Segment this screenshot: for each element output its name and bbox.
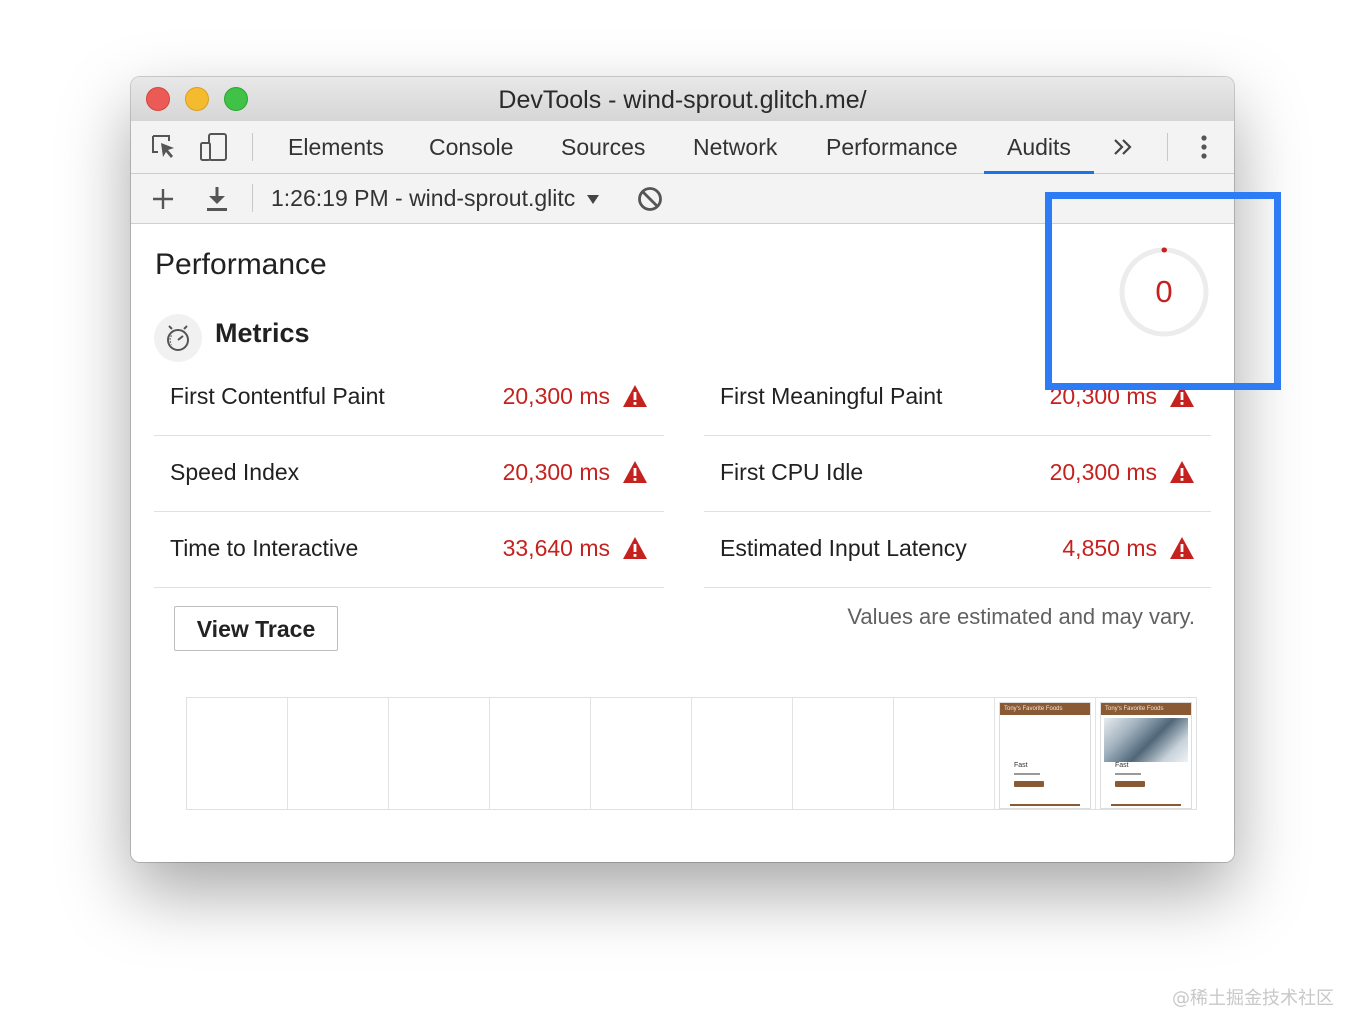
tab-sources[interactable]: Sources [561,121,645,173]
metric-row: Estimated Input Latency 4,850 ms [704,512,1211,588]
metric-name: Estimated Input Latency [720,535,967,561]
metrics-icon-badge [154,314,202,362]
warning-icon [623,385,647,407]
dropdown-arrow-icon [586,195,599,204]
estimate-note: Values are estimated and may vary. [847,604,1195,629]
title-bar: DevTools - wind-sprout.glitch.me/ [131,77,1234,122]
metric-name: Time to Interactive [170,535,359,561]
toolbar-divider [252,184,253,212]
add-icon[interactable] [147,183,179,215]
tab-elements[interactable]: Elements [288,121,384,173]
filmstrip-frame [288,698,389,809]
filmstrip-frame [490,698,591,809]
metric-value: 20,300 ms [502,383,610,409]
window-title: DevTools - wind-sprout.glitch.me/ [498,86,867,114]
metric-row: First Contentful Paint 20,300 ms [154,360,664,436]
main-tab-bar: Elements Console Sources Network Perform… [131,121,1234,174]
highlight-box [1045,192,1281,390]
tab-audits[interactable]: Audits [984,121,1094,174]
metric-row: Speed Index 20,300 ms [154,436,664,512]
device-toggle-icon[interactable] [198,131,230,163]
metrics-heading: Metrics [215,318,310,348]
metric-row: First CPU Idle 20,300 ms [704,436,1211,512]
metric-value: 20,300 ms [502,459,610,485]
filmstrip-frame: Tony's Favorite Foods Fast [995,698,1096,809]
metric-value: 20,300 ms [1049,459,1157,485]
filmstrip-frame: Tony's Favorite Foods Fast [1096,698,1196,809]
tab-performance[interactable]: Performance [826,121,958,173]
filmstrip-frame [692,698,793,809]
tab-network[interactable]: Network [693,121,777,173]
inspect-icon[interactable] [148,131,180,163]
tab-console[interactable]: Console [429,121,513,173]
view-trace-button[interactable]: View Trace [174,606,338,651]
metric-name: Speed Index [170,459,300,485]
toolbar-divider [252,133,253,161]
metric-name: First Contentful Paint [170,383,385,409]
download-icon[interactable] [201,183,233,215]
thumbnail-header: Tony's Favorite Foods [1101,703,1191,715]
more-tabs-icon[interactable] [1107,131,1139,163]
filmstrip-frame [591,698,692,809]
toolbar-divider [1167,133,1168,161]
thumbnail-photo [1104,718,1188,762]
filmstrip-frame [187,698,288,809]
page-thumbnail: Tony's Favorite Foods Fast [1100,702,1192,809]
filmstrip-frame [793,698,894,809]
filmstrip: Tony's Favorite Foods Fast Tony's Favori… [186,697,1197,810]
category-title: Performance [155,248,327,281]
warning-icon [1170,537,1194,559]
page-thumbnail: Tony's Favorite Foods Fast [999,702,1091,809]
filmstrip-frame [894,698,995,809]
thumbnail-caption: Fast [1014,762,1028,769]
metric-row: Time to Interactive 33,640 ms [154,512,664,588]
metric-name: First Meaningful Paint [720,383,943,409]
thumbnail-caption: Fast [1115,762,1129,769]
metric-value: 33,640 ms [502,535,610,561]
report-select-label: 1:26:19 PM - wind-sprout.glitc [271,185,576,211]
thumbnail-header: Tony's Favorite Foods [1000,703,1090,715]
metric-name: First CPU Idle [720,459,864,485]
filmstrip-frame [389,698,490,809]
metric-value: 4,850 ms [1062,535,1157,561]
warning-icon [623,537,647,559]
clear-icon[interactable] [634,183,666,215]
report-select[interactable]: 1:26:19 PM - wind-sprout.glitc [271,174,600,223]
kebab-menu-icon[interactable] [1188,131,1220,163]
warning-icon [623,461,647,483]
watermark: @稀土掘金技术社区 [1172,988,1334,1009]
warning-icon [1170,461,1194,483]
stopwatch-icon [167,325,189,351]
